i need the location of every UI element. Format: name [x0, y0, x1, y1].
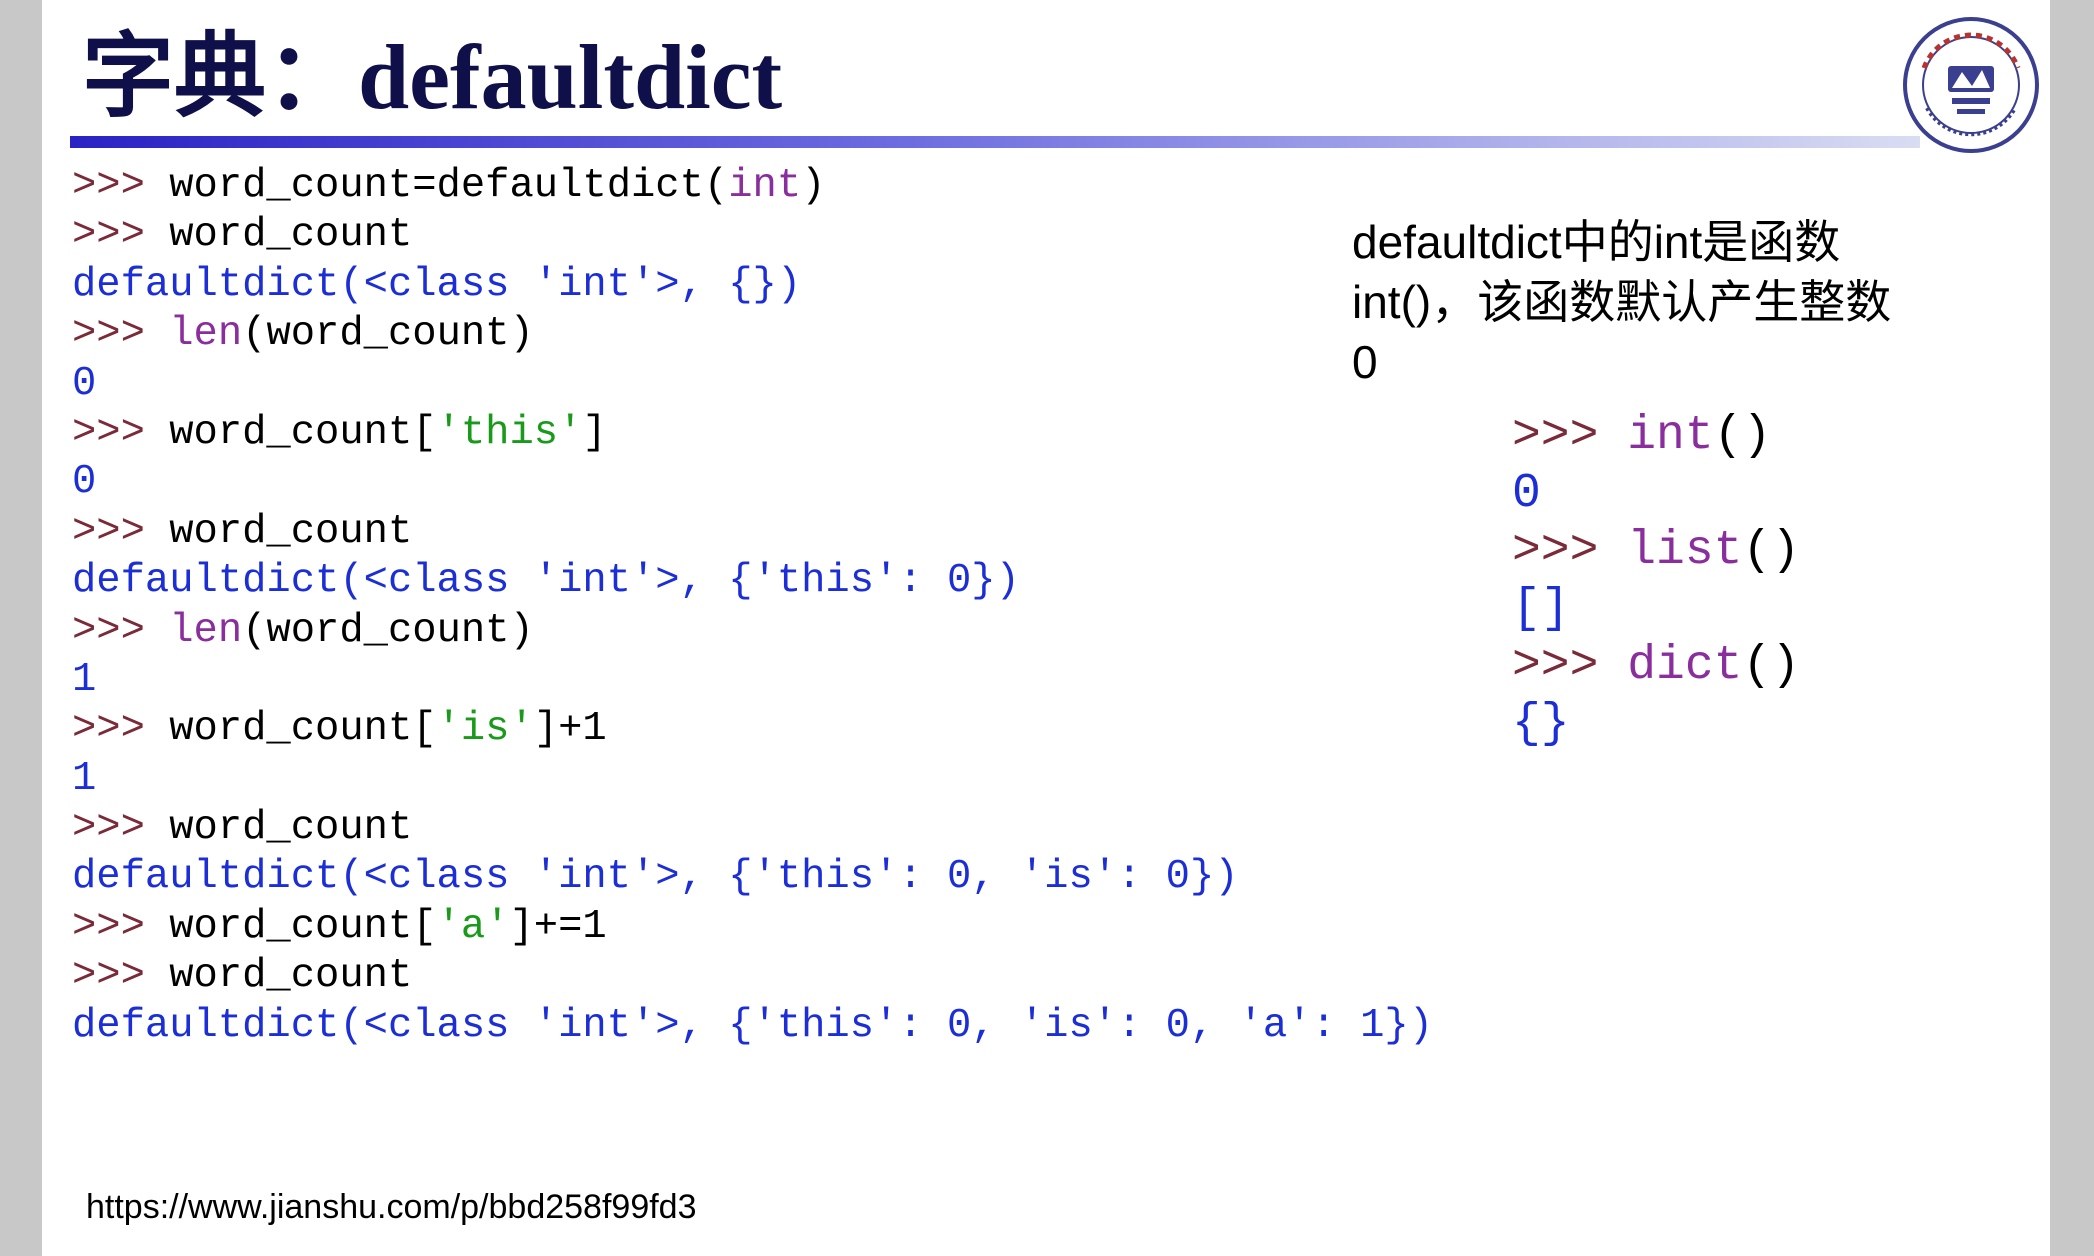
code-token: >>>	[72, 508, 170, 555]
note-line: 0	[1352, 336, 1378, 388]
code-token: >>>	[72, 805, 170, 852]
code-token: word_count[	[169, 706, 437, 753]
title-underline	[70, 136, 1920, 148]
code-token: ()	[1713, 409, 1772, 463]
code-line: defaultdict(<class 'int'>, {'this': 0})	[72, 557, 1433, 606]
code-line: >>> word_count=defaultdict(int)	[72, 162, 1433, 211]
code-token: >>>	[72, 607, 170, 654]
code-line: defaultdict(<class 'int'>, {'this': 0, '…	[72, 853, 1433, 902]
python-session-code: >>> word_count=defaultdict(int) >>> word_…	[72, 162, 1433, 1051]
code-token: word_count=defaultdict(	[169, 163, 729, 209]
code-token: 0	[72, 360, 97, 407]
code-token: ]+=1	[509, 903, 607, 950]
code-token: >>>	[72, 212, 170, 259]
code-line: >>> word_count	[72, 211, 1433, 260]
code-token: 'is'	[436, 706, 534, 753]
note-line: defaultdict中的int是函数	[1352, 216, 1841, 268]
code-token: dict	[1627, 639, 1743, 693]
side-code-line: >>> int()	[1512, 408, 1800, 466]
code-line: defaultdict(<class 'int'>, {})	[72, 261, 1433, 310]
code-token: >>>	[72, 163, 170, 209]
code-token: 0	[1512, 466, 1541, 521]
code-token: word_count	[169, 805, 413, 852]
code-token: len	[169, 311, 243, 358]
code-line: >>> word_count['is']+1	[72, 705, 1433, 754]
code-token: 1	[72, 755, 97, 802]
code-token: 'a'	[436, 903, 510, 950]
code-line: >>> word_count	[72, 804, 1433, 853]
code-token: {}	[1512, 696, 1570, 751]
code-token: int	[1627, 409, 1714, 463]
code-token: (word_count)	[242, 311, 534, 358]
code-line: >>> word_count	[72, 508, 1433, 557]
code-line: 0	[72, 360, 1433, 409]
source-url: https://www.jianshu.com/p/bbd258f99fd3	[86, 1188, 697, 1226]
code-token: len	[169, 607, 243, 654]
slide-title: 字典：defaultdict	[82, 26, 783, 128]
code-token: (word_count)	[242, 607, 534, 654]
code-line: >>> word_count	[72, 952, 1433, 1001]
code-token: word_count	[169, 508, 413, 555]
code-token: 0	[72, 459, 97, 506]
code-line: 1	[72, 656, 1433, 705]
code-token: ]+1	[533, 706, 607, 753]
university-seal-icon	[1902, 16, 2040, 154]
code-token: ]	[582, 409, 607, 456]
code-line: >>> len(word_count)	[72, 607, 1433, 656]
code-token: >>>	[72, 706, 170, 753]
code-token: word_count	[169, 953, 413, 1000]
side-code-line: >>> dict()	[1512, 638, 1800, 696]
code-token: defaultdict(<class 'int'>, {'this': 0, '…	[72, 1002, 1434, 1049]
code-token: defaultdict(<class 'int'>, {})	[72, 261, 802, 308]
code-line: >>> word_count['this']	[72, 409, 1433, 458]
code-line: 1	[72, 755, 1433, 804]
code-token: )	[801, 163, 826, 209]
code-line: >>> len(word_count)	[72, 310, 1433, 359]
code-token: ()	[1742, 639, 1801, 693]
side-code-line: []	[1512, 581, 1800, 639]
code-token: ()	[1742, 524, 1801, 578]
note-line: int()，该函数默认产生整数	[1352, 276, 1892, 328]
code-token: >>>	[72, 311, 170, 358]
side-code-line: {}	[1512, 696, 1800, 754]
code-token: []	[1512, 581, 1570, 636]
code-token: >>>	[72, 953, 170, 1000]
code-line: >>> word_count['a']+=1	[72, 903, 1433, 952]
code-token: word_count[	[169, 903, 437, 950]
side-code-line: 0	[1512, 466, 1800, 524]
constructor-examples-code: >>> int() 0 >>> list()[] >>> dict(){}	[1512, 408, 1800, 753]
code-token: word_count	[169, 212, 413, 259]
code-token: word_count[	[169, 409, 437, 456]
code-token: int	[728, 163, 802, 209]
slide: 字典：defaultdict >>> word_count=defaultdic…	[42, 0, 2050, 1256]
code-token: defaultdict(<class 'int'>, {'this': 0})	[72, 558, 1020, 605]
int-function-note: defaultdict中的int是函数 int()，该函数默认产生整数 0	[1352, 212, 1891, 392]
code-token: >>>	[1512, 524, 1628, 578]
side-code-line: >>> list()	[1512, 523, 1800, 581]
code-token: >>>	[72, 903, 170, 950]
code-token: list	[1627, 524, 1743, 578]
code-line: 0	[72, 458, 1433, 507]
code-token: defaultdict(<class 'int'>, {'this': 0, '…	[72, 854, 1239, 901]
code-token: >>>	[1512, 639, 1628, 693]
code-token: >>>	[1512, 409, 1628, 463]
code-token: 'this'	[436, 409, 583, 456]
code-line: defaultdict(<class 'int'>, {'this': 0, '…	[72, 1002, 1433, 1051]
code-token: 1	[72, 656, 97, 703]
code-token: >>>	[72, 409, 170, 456]
